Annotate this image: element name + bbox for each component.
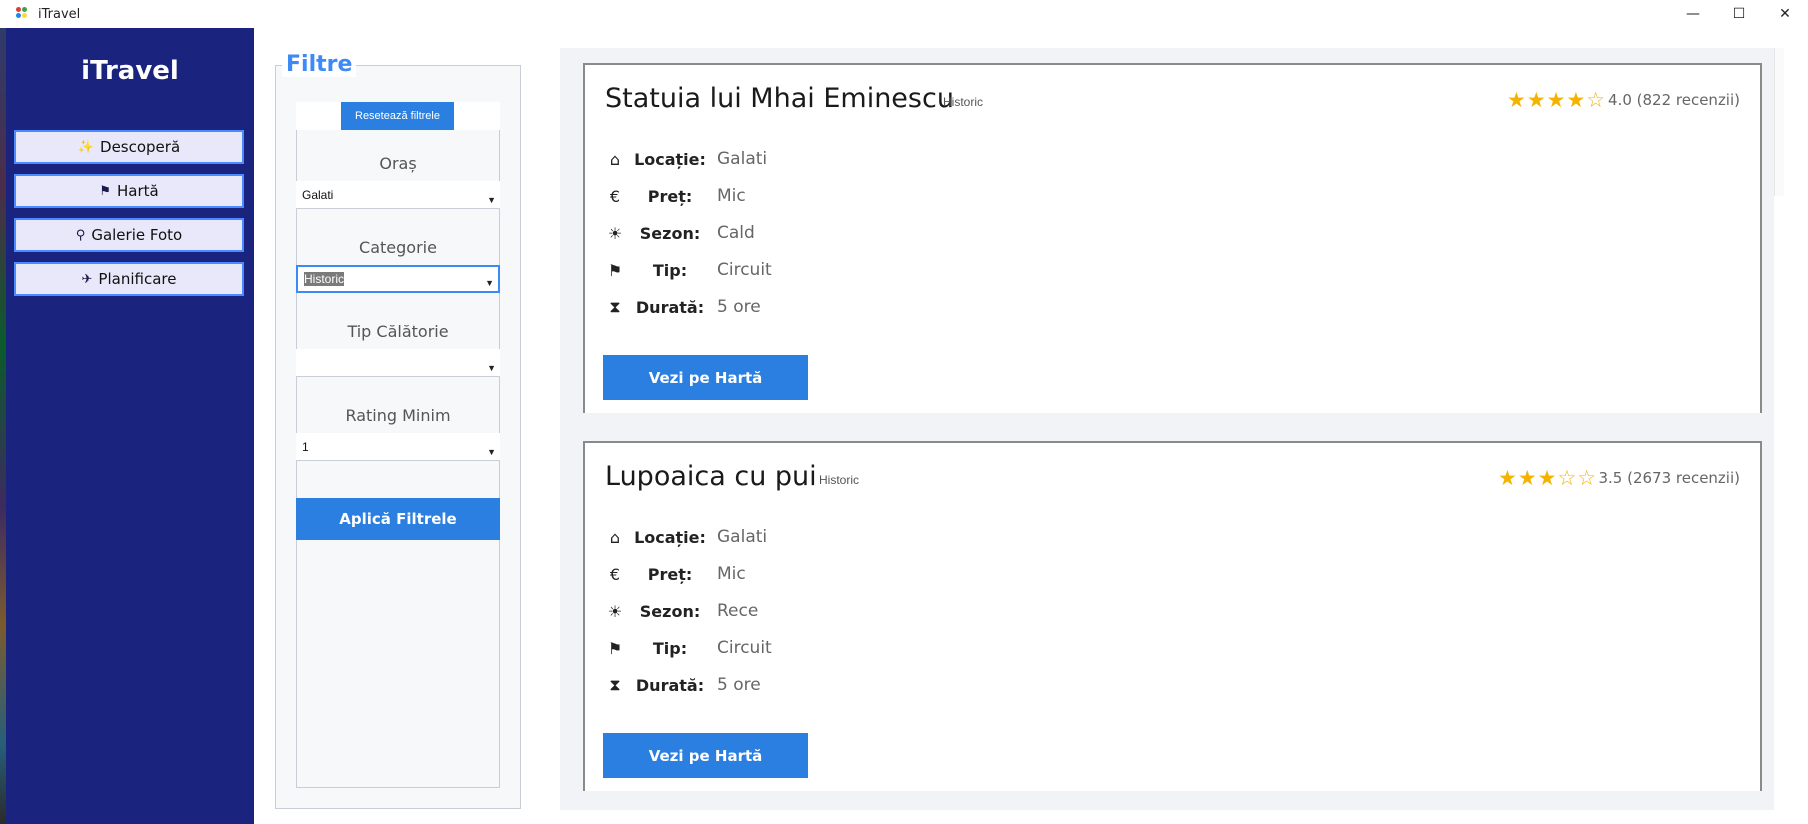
brand-title: iTravel: [81, 56, 179, 86]
type-label: Tip:: [652, 260, 688, 280]
location-label: Locație:: [634, 527, 706, 547]
price-value: Mic: [717, 186, 746, 206]
detail-row-location: ⌂ Locație: Galati: [605, 525, 767, 549]
flag-icon: ⚑: [607, 260, 623, 280]
chevron-down-icon: ▼: [487, 195, 496, 205]
rating-text: 4.0 (822 recenzii): [1608, 91, 1740, 109]
detail-row-price: € Preț: Mic: [605, 184, 746, 208]
attraction-name: Statuia lui Mhai Eminescu: [605, 83, 954, 114]
price-value: Mic: [717, 564, 746, 584]
city-label: Oraș: [379, 154, 417, 173]
home-icon: ⌂: [609, 527, 621, 547]
chevron-down-icon: ▼: [487, 447, 496, 457]
duration-value: 5 ore: [717, 675, 761, 695]
view-on-map-button[interactable]: Vezi pe Hartă: [603, 355, 808, 400]
minimize-button[interactable]: —: [1670, 0, 1716, 28]
nav-galerie-label: Galerie Foto: [91, 226, 183, 244]
detail-row-duration: ⧗ Durată: 5 ore: [605, 673, 761, 697]
rating-text: 3.5 (2673 recenzii): [1598, 469, 1740, 487]
chevron-down-icon: ▼: [487, 363, 496, 373]
rating-stars: ★★★☆☆: [1498, 466, 1598, 490]
category-select[interactable]: Historic ▼: [296, 265, 500, 293]
season-value: Cald: [717, 223, 755, 243]
view-on-map-button[interactable]: Vezi pe Hartă: [603, 733, 808, 778]
detail-row-price: € Preț: Mic: [605, 562, 746, 586]
nav-harta-button[interactable]: ⚑ Hartă: [14, 174, 244, 208]
app-logo-icon: [16, 7, 30, 21]
close-button[interactable]: ✕: [1762, 0, 1808, 28]
rating-min-select-value: 1: [302, 439, 309, 454]
plane-icon: ✈: [81, 271, 93, 287]
detail-row-season: ☀ Sezon: Cald: [605, 221, 755, 245]
location-label: Locație:: [634, 149, 706, 169]
scrollbar[interactable]: [1774, 48, 1784, 196]
city-select[interactable]: Galati ▼: [296, 181, 500, 209]
season-value: Rece: [717, 601, 759, 621]
attraction-name: Lupoaica cu pui: [605, 461, 817, 492]
duration-value: 5 ore: [717, 297, 761, 317]
sun-icon: ☀: [607, 223, 623, 243]
reset-filters-button[interactable]: Resetează filtrele: [341, 102, 454, 130]
home-icon: ⌂: [609, 149, 621, 169]
category-select-value: Historic: [304, 272, 345, 286]
sidebar: iTravel ✨ Descoperă ⚑ Hartă ⚲ Galerie Fo…: [6, 28, 254, 824]
euro-icon: €: [609, 564, 621, 584]
attraction-category: Historic: [943, 95, 984, 109]
chevron-down-icon: ▼: [485, 278, 494, 288]
season-label: Sezon:: [639, 601, 701, 621]
attraction-card: Lupoaica cu pui Historic ★★★☆☆ 3.5 (2673…: [583, 441, 1762, 791]
location-value: Galati: [717, 527, 768, 547]
detail-row-season: ☀ Sezon: Rece: [605, 599, 759, 623]
type-value: Circuit: [717, 638, 772, 658]
city-select-value: Galati: [302, 187, 334, 202]
search-icon: ⚲: [75, 227, 86, 243]
attraction-category: Historic: [819, 473, 860, 487]
hourglass-icon: ⧗: [609, 675, 621, 694]
euro-icon: €: [609, 186, 621, 206]
sun-icon: ☀: [607, 601, 623, 621]
window-titlebar: iTravel — ☐ ✕: [0, 0, 1808, 28]
travel-type-select[interactable]: ▼: [296, 349, 500, 377]
sparkle-icon: ✨: [77, 139, 95, 155]
window-controls: — ☐ ✕: [1670, 0, 1808, 28]
duration-label: Durată:: [635, 675, 705, 695]
rating-min-label: Rating Minim: [345, 406, 451, 425]
price-label: Preț:: [647, 186, 693, 206]
flag-icon: ⚑: [607, 638, 623, 658]
detail-row-location: ⌂ Locație: Galati: [605, 147, 767, 171]
nav-harta-label: Hartă: [116, 182, 159, 200]
type-value: Circuit: [717, 260, 772, 280]
price-label: Preț:: [647, 564, 693, 584]
window-title: iTravel: [38, 6, 81, 22]
nav-descopera-button[interactable]: ✨ Descoperă: [14, 130, 244, 164]
detail-row-duration: ⧗ Durată: 5 ore: [605, 295, 761, 319]
nav-descopera-label: Descoperă: [100, 138, 181, 156]
rating-min-select[interactable]: 1 ▼: [296, 433, 500, 461]
apply-filters-button[interactable]: Aplică Filtrele: [296, 498, 500, 540]
filters-title: Filtre: [282, 52, 357, 77]
location-value: Galati: [717, 149, 768, 169]
rating-stars: ★★★★☆: [1507, 88, 1607, 112]
duration-label: Durată:: [635, 297, 705, 317]
type-label: Tip:: [652, 638, 688, 658]
nav-planificare-button[interactable]: ✈ Planificare: [14, 262, 244, 296]
travel-type-label: Tip Călătorie: [347, 322, 449, 341]
detail-row-type: ⚑ Tip: Circuit: [605, 636, 772, 660]
category-label: Categorie: [359, 238, 437, 257]
detail-row-type: ⚑ Tip: Circuit: [605, 258, 772, 282]
season-label: Sezon:: [639, 223, 701, 243]
nav-planificare-label: Planificare: [98, 270, 177, 288]
maximize-button[interactable]: ☐: [1716, 0, 1762, 28]
flag-icon: ⚑: [99, 183, 111, 199]
hourglass-icon: ⧗: [609, 297, 621, 316]
nav-galerie-button[interactable]: ⚲ Galerie Foto: [14, 218, 244, 252]
attraction-card: Statuia lui Mhai Eminescu Historic ★★★★☆…: [583, 63, 1762, 413]
